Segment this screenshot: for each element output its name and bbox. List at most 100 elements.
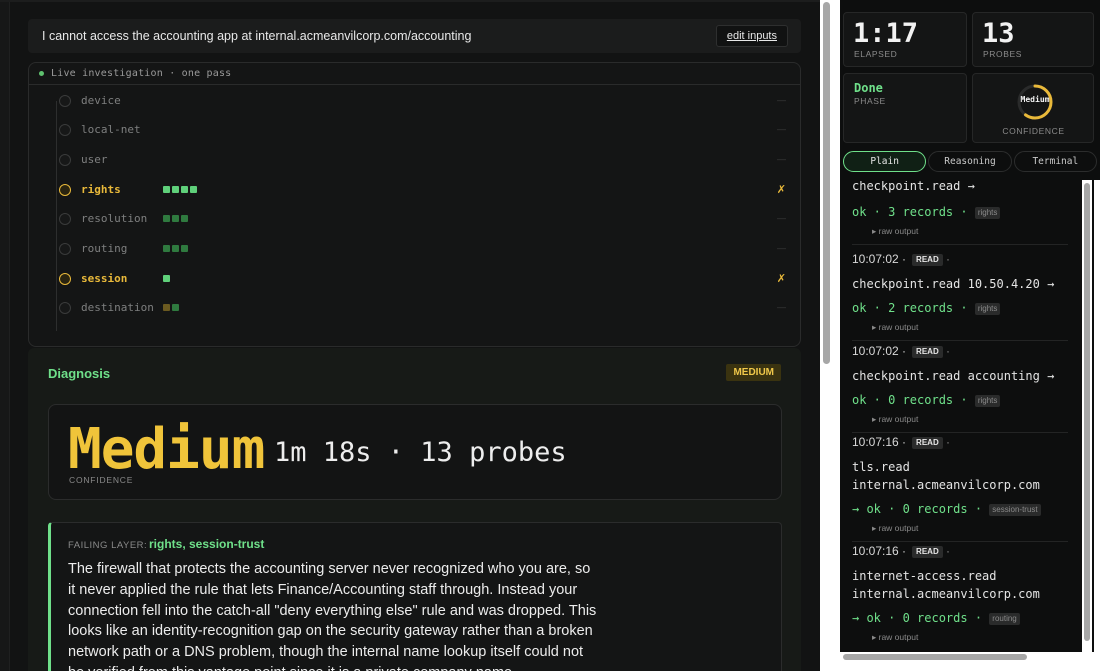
read-badge: READ xyxy=(912,545,943,558)
log-horizontal-scrollbar[interactable] xyxy=(840,652,1094,662)
layer-row-user[interactable]: user — xyxy=(29,148,800,172)
read-badge: READ xyxy=(912,253,943,266)
confidence-gauge-card: Medium CONFIDENCE xyxy=(972,73,1094,143)
raw-output-toggle[interactable]: ▸ raw output xyxy=(872,226,918,237)
top-divider xyxy=(0,0,820,2)
layer-row-resolution[interactable]: resolution — xyxy=(29,207,800,231)
pending-mark: — xyxy=(777,124,786,134)
layer-row-session[interactable]: session ✗ xyxy=(29,267,800,291)
live-investigation-panel: Live investigation · one pass device — loc… xyxy=(28,62,801,347)
probes-value: 13 xyxy=(982,18,1015,49)
log-divider xyxy=(852,432,1068,433)
log-result-text: → ok · 0 records · xyxy=(852,611,983,625)
log-divider xyxy=(852,340,1068,341)
log-result-text: ok · 3 records · xyxy=(852,205,968,219)
edit-inputs-button[interactable]: edit inputs xyxy=(715,25,788,47)
layer-name: device xyxy=(81,94,121,107)
pending-mark: — xyxy=(777,302,786,312)
separator-dot: · xyxy=(942,344,951,358)
failing-layer-card: FAILING LAYER: rights, session-trust The… xyxy=(48,522,782,671)
log-result-text: → ok · 0 records · xyxy=(852,502,983,516)
pending-mark: — xyxy=(777,213,786,223)
duration-probes: 1m 18s · 13 probes xyxy=(274,437,567,468)
phase-card: Done PHASE xyxy=(843,73,967,143)
left-edge xyxy=(0,0,10,671)
probe-block xyxy=(172,186,179,193)
probe-block xyxy=(181,215,188,222)
elapsed-card: 1:17 ELAPSED xyxy=(843,12,967,67)
log-result: ok · 3 records · rights xyxy=(852,205,1001,219)
layer-status-icon xyxy=(59,124,71,136)
probe-block xyxy=(172,215,179,222)
probe-blocks xyxy=(163,215,188,222)
query-text: I cannot access the accounting app at in… xyxy=(42,29,472,43)
layer-row-device[interactable]: device — xyxy=(29,89,800,113)
query-bar: I cannot access the accounting app at in… xyxy=(28,19,801,53)
diagnosis-panel: Diagnosis MEDIUM Medium 1m 18s · 13 prob… xyxy=(28,348,801,671)
layer-row-local-net[interactable]: local-net — xyxy=(29,118,800,142)
log-timestamp-row: 10:07:16 · READ · xyxy=(852,435,950,449)
separator-dot: · xyxy=(942,435,951,449)
gauge-label: CONFIDENCE xyxy=(1002,126,1065,136)
log-result: ok · 0 records · rights xyxy=(852,393,1001,407)
probe-blocks xyxy=(163,275,170,282)
layer-status-icon xyxy=(59,243,71,255)
tab-plain[interactable]: Plain xyxy=(843,151,927,172)
separator-dot: · xyxy=(942,544,951,558)
failing-layer-value: rights, session-trust xyxy=(149,537,265,551)
elapsed-label: ELAPSED xyxy=(854,49,898,59)
log-scrollbar-thumb[interactable] xyxy=(1084,183,1090,641)
raw-output-toggle[interactable]: ▸ raw output xyxy=(872,322,918,333)
layer-row-rights[interactable]: rights ✗ xyxy=(29,178,800,202)
separator-dot: · xyxy=(942,252,951,266)
pending-mark: — xyxy=(777,243,786,253)
raw-output-toggle[interactable]: ▸ raw output xyxy=(872,414,918,425)
raw-output-toggle[interactable]: ▸ raw output xyxy=(872,523,918,534)
right-edge-gutter xyxy=(1094,180,1100,671)
layer-row-destination[interactable]: destination — xyxy=(29,296,800,320)
layer-status-icon xyxy=(59,213,71,225)
log-divider xyxy=(852,541,1068,542)
layer-name: session xyxy=(81,272,128,285)
raw-output-toggle[interactable]: ▸ raw output xyxy=(872,632,918,643)
confidence-gauge: Medium xyxy=(1015,82,1055,122)
read-badge: READ xyxy=(912,436,943,449)
status-sidebar: 1:17 ELAPSED 13 PROBES Done PHASE Medium… xyxy=(840,0,1100,671)
tab-reasoning[interactable]: Reasoning xyxy=(928,151,1012,172)
layer-status-icon xyxy=(59,95,71,107)
log-command: internet-access.read internal.acmeanvilc… xyxy=(852,569,1040,601)
diagnosis-explanation: The firewall that protects the accountin… xyxy=(68,561,597,671)
log-result: → ok · 0 records · session-trust xyxy=(852,502,1041,516)
probes-card: 13 PROBES xyxy=(972,12,1094,67)
probe-block xyxy=(172,245,179,252)
failing-layer-label: FAILING LAYER: xyxy=(68,540,148,551)
probe-blocks xyxy=(163,245,188,252)
probe-block xyxy=(163,245,170,252)
tab-terminal[interactable]: Terminal xyxy=(1013,151,1097,172)
probe-block xyxy=(172,304,179,311)
probe-block xyxy=(163,275,170,282)
main-scrollbar[interactable] xyxy=(822,0,830,671)
probe-block xyxy=(181,245,188,252)
layer-name: local-net xyxy=(81,123,141,136)
probe-block xyxy=(163,215,170,222)
layer-name: user xyxy=(81,153,108,166)
investigation-title: Live investigation · one pass xyxy=(51,68,232,79)
layer-tag: routing xyxy=(989,612,1020,625)
layer-row-routing[interactable]: routing — xyxy=(29,237,800,261)
log-horizontal-thumb[interactable] xyxy=(843,654,1027,660)
probe-blocks xyxy=(163,304,179,311)
fail-mark-icon: ✗ xyxy=(776,184,786,196)
log-scrollbar[interactable] xyxy=(1082,180,1092,652)
layer-tag: rights xyxy=(974,302,1001,315)
layer-name: routing xyxy=(81,242,128,255)
confidence-value: Medium xyxy=(68,417,265,482)
live-indicator-icon xyxy=(39,71,44,76)
probes-label: PROBES xyxy=(983,49,1023,59)
view-tabs: Plain Reasoning Terminal xyxy=(843,151,1097,172)
layer-tag: rights xyxy=(974,206,1001,219)
log-command: checkpoint.read 10.50.4.20 → xyxy=(852,277,1055,291)
log-timestamp-row: 10:07:02 · READ · xyxy=(852,344,950,358)
log-timestamp: 10:07:02 · xyxy=(852,344,907,358)
main-scrollbar-thumb[interactable] xyxy=(823,2,830,364)
